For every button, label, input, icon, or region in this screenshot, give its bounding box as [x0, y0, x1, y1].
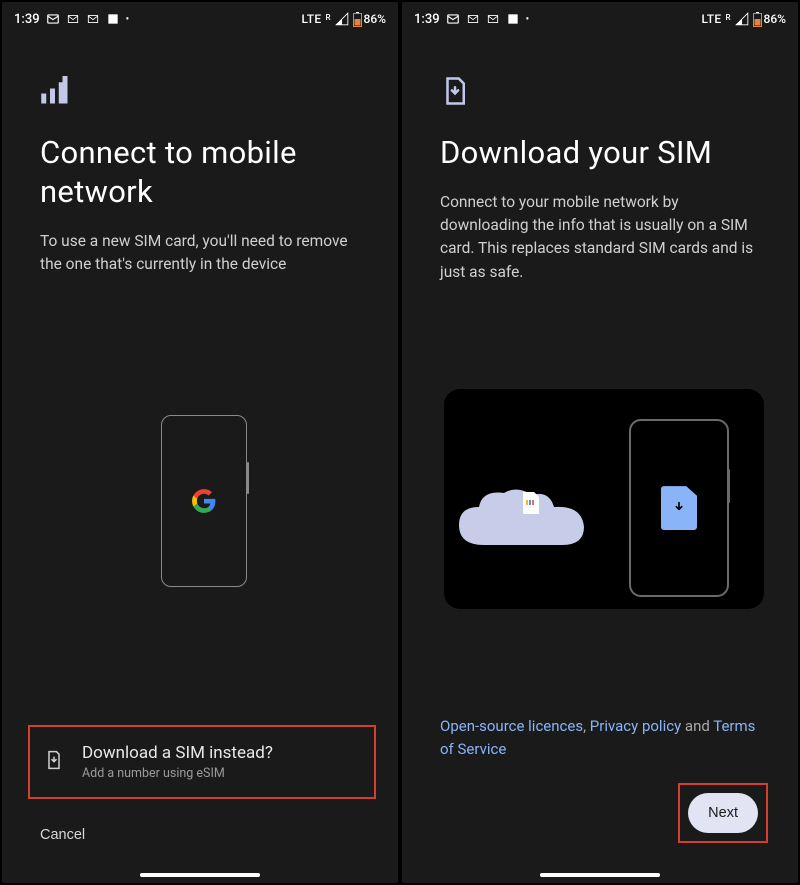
highlight-box: Next [678, 783, 768, 843]
battery-percent: 86% [764, 12, 786, 26]
screen-connect-mobile: 1:39 • LTE R 86% Connect to mobile netwo… [2, 2, 398, 883]
page-title: Download your SIM [440, 134, 768, 173]
gmail-icon [66, 12, 80, 26]
app-icon [506, 12, 520, 26]
signal-icon [335, 12, 349, 26]
sim-download-page-icon [440, 76, 768, 110]
mail-icon [446, 12, 460, 26]
signal-icon [735, 12, 749, 26]
signal-bars-icon [40, 76, 368, 110]
network-label: LTE [301, 12, 321, 26]
next-button[interactable]: Next [688, 793, 758, 833]
download-illustration [440, 304, 768, 695]
legal-links: Open-source licences, Privacy policy and… [440, 715, 768, 762]
page-body: To use a new SIM card, you'll need to re… [40, 230, 368, 277]
roaming-indicator: R [325, 13, 330, 22]
download-sim-option[interactable]: Download a SIM instead? Add a number usi… [28, 725, 376, 799]
page-body: Connect to your mobile network by downlo… [440, 191, 768, 284]
more-dot: • [126, 14, 130, 25]
phone-illustration [40, 296, 368, 705]
network-label: LTE [701, 12, 721, 26]
open-source-link[interactable]: Open-source licences [440, 717, 583, 735]
mail-icon [46, 12, 60, 26]
status-time: 1:39 [414, 12, 440, 27]
sim-download-icon [661, 486, 697, 530]
gmail-icon [466, 12, 480, 26]
status-bar: 1:39 • LTE R 86% [402, 2, 798, 36]
gmail-icon-2 [86, 12, 100, 26]
download-option-title: Download a SIM instead? [82, 743, 273, 763]
sim-chip-icon [522, 491, 540, 515]
nav-gesture-bar[interactable] [140, 873, 260, 877]
page-title: Connect to mobile network [40, 134, 368, 212]
roaming-indicator: R [725, 13, 730, 22]
google-logo-icon [191, 488, 217, 514]
app-icon [106, 12, 120, 26]
screen-download-sim: 1:39 • LTE R 86% Download your SIM Conne… [402, 2, 798, 883]
status-bar: 1:39 • LTE R 86% [2, 2, 398, 36]
battery-icon [753, 12, 762, 27]
download-option-subtitle: Add a number using eSIM [82, 766, 273, 781]
status-time: 1:39 [14, 12, 40, 27]
sim-download-icon [44, 750, 64, 774]
nav-gesture-bar[interactable] [540, 873, 660, 877]
battery-icon [353, 12, 362, 27]
phone-illustration-icon [629, 419, 729, 597]
privacy-link[interactable]: Privacy policy [590, 717, 681, 735]
battery-percent: 86% [364, 12, 386, 26]
cancel-button[interactable]: Cancel [40, 827, 85, 843]
gmail-icon-2 [486, 12, 500, 26]
more-dot: • [526, 14, 530, 25]
